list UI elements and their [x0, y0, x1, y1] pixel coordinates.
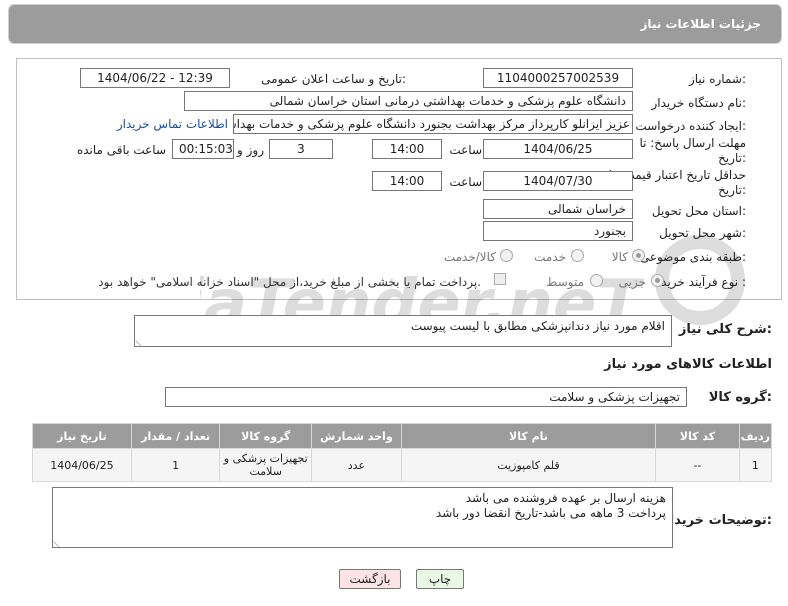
category-service-radio[interactable]	[571, 249, 584, 262]
buyer-notes-textarea[interactable]: هزینه ارسال بر عهده فروشنده می باشد پردا…	[52, 487, 673, 548]
buyer-contact-link[interactable]: اطلاعات تماس خریدار	[117, 117, 228, 131]
cell-code: --	[655, 448, 740, 482]
buyer-org-label: نام دستگاه خریدار:	[651, 96, 747, 110]
creator-field: عزیز ایزانلو کارپرداز مرکز بهداشت بجنورد…	[233, 114, 633, 134]
category-goods-service-text: کالا/خدمت	[443, 250, 496, 264]
buyer-notes-label: توضیحات خریدار:	[662, 513, 772, 528]
buyer-org-field: دانشگاه علوم پزشکی و خدمات بهداشتی درمان…	[184, 91, 633, 111]
category-goods-radio[interactable]	[632, 249, 645, 262]
cell-quantity: 1	[130, 448, 221, 482]
col-header-date: تاریخ نیاز	[32, 423, 132, 449]
page-title: جزئیات اطلاعات نیاز	[640, 17, 761, 31]
cell-name: قلم کامپوزیت	[400, 448, 657, 482]
category-label: طبقه بندی موضوعی:	[639, 250, 746, 264]
col-header-name: نام کالا	[400, 423, 657, 449]
process-medium-text: متوسط	[546, 275, 584, 289]
cell-date: 1404/06/25	[32, 448, 132, 482]
cell-group: تجهیزات پزشکی و سلامت	[219, 448, 313, 482]
price-time-label: ساعت	[449, 175, 482, 189]
city-label: شهر محل تحویل:	[659, 226, 746, 240]
col-header-row-number: ردیف	[738, 423, 773, 449]
reply-deadline-label: مهلت ارسال پاسخ: تا تاریخ:	[639, 136, 746, 165]
announce-datetime-label: تاریخ و ساعت اعلان عمومی:	[261, 72, 406, 86]
days-remaining-field: 3	[269, 139, 333, 159]
description-text: اقلام مورد نیاز دندانپزشکی مطابق با لیست…	[410, 319, 665, 333]
goods-section-title: اطلاعات کالاهای مورد نیاز	[604, 357, 772, 372]
city-field: بجنورد	[483, 221, 633, 241]
treasury-payment-checkbox[interactable]	[494, 273, 506, 285]
buyer-notes-line-2: پرداخت 3 ماهه می باشد-تاریخ انقضا دور با…	[435, 506, 666, 520]
treasury-payment-note: پرداخت تمام یا بخشی از مبلغ خرید،از محل …	[98, 275, 481, 289]
back-button[interactable]: بازگشت	[339, 569, 401, 589]
category-service-text: خدمت	[534, 250, 566, 264]
remaining-time-field: 00:15:03	[172, 139, 234, 159]
province-label: استان محل تحویل:	[651, 204, 746, 218]
table-row: 1 -- قلم کامپوزیت عدد تجهیزات پزشکی و سل…	[32, 448, 773, 482]
days-label: روز و	[237, 143, 264, 157]
goods-group-label: گروه کالا:	[708, 390, 772, 405]
price-date-field: 1404/07/30	[483, 171, 633, 191]
goods-table: ردیف کد کالا نام کالا واحد شمارش گروه کا…	[32, 423, 773, 482]
col-header-unit: واحد شمارش	[311, 423, 402, 449]
col-header-group: گروه کالا	[219, 423, 313, 449]
process-type-label: نوع فرآیند خرید :	[661, 275, 746, 289]
description-textarea[interactable]: اقلام مورد نیاز دندانپزشکی مطابق با لیست…	[134, 315, 672, 347]
need-number-label: شماره نیاز:	[688, 72, 746, 86]
remaining-time-label: ساعت باقی مانده	[76, 143, 166, 157]
col-header-quantity: تعداد / مقدار	[130, 423, 221, 449]
cell-unit: عدد	[311, 448, 402, 482]
table-header-row: ردیف کد کالا نام کالا واحد شمارش گروه کا…	[32, 423, 773, 449]
col-header-code: کد کالا	[655, 423, 740, 449]
reply-time-field: 14:00	[372, 139, 442, 159]
need-number-field: 1104000257002539	[483, 68, 633, 88]
cell-row-number: 1	[738, 448, 773, 482]
creator-label: ایجاد کننده درخواست:	[635, 119, 746, 133]
process-medium-radio[interactable]	[590, 274, 603, 287]
reply-time-label: ساعت	[449, 143, 482, 157]
buyer-notes-line-1: هزینه ارسال بر عهده فروشنده می باشد	[465, 491, 666, 505]
reply-date-field: 1404/06/25	[483, 139, 633, 159]
category-goods-service-radio[interactable]	[500, 249, 513, 262]
province-field: خراسان شمالی	[483, 199, 633, 219]
goods-group-field: تجهیزات پزشکی و سلامت	[165, 387, 687, 407]
announce-datetime-field: 1404/06/22 - 12:39	[80, 68, 230, 88]
price-time-field: 14:00	[372, 171, 442, 191]
print-button[interactable]: چاپ	[416, 569, 464, 589]
category-goods-text: کالا	[611, 250, 628, 264]
process-minor-text: جزیی	[618, 275, 646, 289]
description-label: شرح کلی نیاز:	[678, 322, 772, 337]
page-header: جزئیات اطلاعات نیاز	[8, 4, 782, 44]
process-minor-radio[interactable]	[651, 274, 664, 287]
